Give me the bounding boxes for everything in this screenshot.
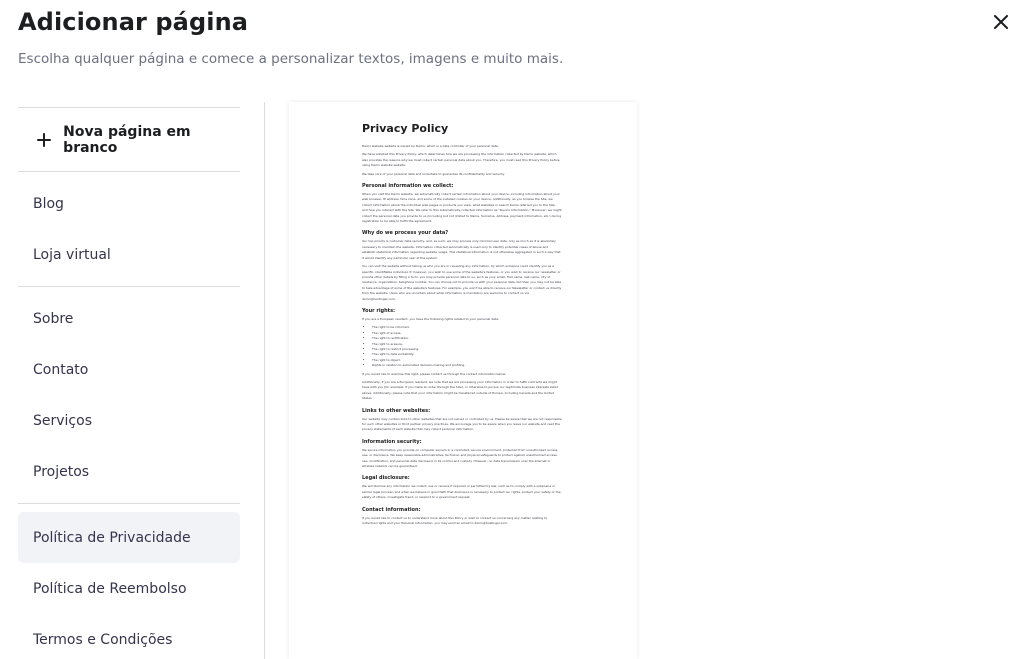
preview-paragraph: We have adopted this Privacy Policy, whi… — [362, 152, 560, 168]
preview-title: Privacy Policy — [362, 122, 449, 135]
preview-paragraph: Demo website website is owned by Demo, w… — [362, 144, 499, 148]
sidebar-item-blog[interactable]: Blog — [18, 178, 240, 229]
preview-paragraph: Our website may contain links to other w… — [362, 416, 562, 432]
template-preview[interactable]: Privacy Policy Demo website website is o… — [289, 102, 637, 659]
page-subtitle: Escolha qualquer página e comece a perso… — [18, 51, 564, 67]
sidebar-item-loja-virtual[interactable]: Loja virtual — [18, 229, 240, 280]
preview-heading: Information security: — [362, 438, 422, 445]
preview-paragraph: If you would like to exercise this right… — [362, 371, 507, 376]
page-title: Adicionar página — [18, 8, 249, 36]
vertical-divider — [264, 102, 265, 659]
preview-section: Contact information: If you would like t… — [362, 507, 562, 527]
preview-heading: Why do we process your data? — [362, 230, 449, 237]
preview-section: Links to other websites: Our website may… — [362, 408, 562, 433]
preview-intro: Demo website website is owned by Demo, w… — [362, 144, 562, 177]
sidebar-item-politica-de-reembolso[interactable]: Política de Reembolso — [18, 563, 240, 614]
close-button[interactable] — [988, 9, 1014, 35]
preview-section: Personal information we collect: When yo… — [362, 183, 562, 224]
sidebar-item-termos-e-condicoes[interactable]: Termos e Condições — [18, 614, 240, 659]
sidebar-item-sobre[interactable]: Sobre — [18, 293, 240, 344]
preview-paragraph: You can visit the website without tellin… — [362, 264, 562, 301]
preview-list: The right to be informed. The right of a… — [362, 325, 562, 368]
preview-heading: Your rights: — [362, 307, 396, 314]
preview-section: Your rights: If you are a European resid… — [362, 308, 562, 402]
preview-heading: Contact information: — [362, 506, 421, 513]
preview-heading: Links to other websites: — [362, 407, 431, 414]
preview-section: Legal disclosure: We will disclose any i… — [362, 475, 562, 500]
new-blank-page-label: Nova página em branco — [63, 123, 191, 156]
sidebar-item-servicos[interactable]: Serviços — [18, 395, 240, 446]
close-icon — [994, 15, 1008, 29]
preview-paragraph: We take care of your personal data and u… — [362, 171, 505, 176]
preview-section: Information security: We secure informat… — [362, 439, 562, 470]
preview-paragraph: When you visit the Demo website, we auto… — [362, 192, 562, 224]
sidebar-item-politica-de-privacidade[interactable]: Política de Privacidade — [18, 512, 240, 563]
preview-heading: Personal information we collect: — [362, 183, 454, 190]
preview-heading: Legal disclosure: — [362, 475, 410, 482]
sidebar-item-contato[interactable]: Contato — [18, 344, 240, 395]
preview-paragraph: We will disclose any information we coll… — [362, 484, 561, 500]
preview-paragraph: Additionally, if you are a European resi… — [362, 380, 558, 401]
preview-paragraph: We secure information you provide on com… — [362, 447, 559, 469]
page-template-sidebar: Nova página em branco Blog Loja virtual … — [18, 107, 240, 659]
plus-icon — [37, 132, 52, 148]
new-blank-page-button[interactable]: Nova página em branco — [18, 108, 240, 171]
preview-paragraph: Our top priority is customer data securi… — [362, 239, 561, 260]
preview-section: Why do we process your data? Our top pri… — [362, 230, 562, 301]
preview-paragraph: If you would like to contact us to under… — [362, 515, 548, 526]
preview-paragraph: If you are a European resident, you have… — [362, 316, 499, 321]
sidebar-item-projetos[interactable]: Projetos — [18, 446, 240, 497]
preview-document: Privacy Policy Demo website website is o… — [362, 122, 562, 530]
preview-list-item: Rights in relation to automated decision… — [372, 363, 562, 368]
